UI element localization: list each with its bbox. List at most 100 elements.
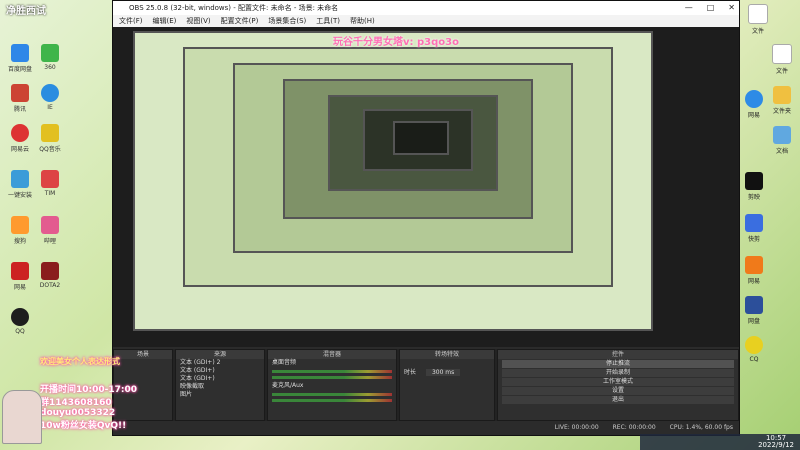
duration-value[interactable]: 300 ms [425,369,461,376]
desktop-icon-r1[interactable]: 文件夹 [768,86,796,115]
obs-menubar: 文件(F) 编辑(E) 视图(V) 配置文件(P) 场景集合(S) 工具(T) … [113,15,739,27]
tunnel-frame [393,121,449,155]
qq-icon [11,308,29,326]
mixer-dock: 混音器 桌面音频 麦克风/Aux [267,349,397,421]
menu-view[interactable]: 视图(V) [186,15,210,27]
window-controls: — □ ✕ [685,1,735,15]
volume-slider[interactable] [272,399,392,402]
baidu-icon [11,44,29,62]
exit-button[interactable]: 退出 [502,396,734,404]
menu-file[interactable]: 文件(F) [119,15,143,27]
bilibili-icon [41,216,59,234]
desktop-icon-r0[interactable]: 文件 [744,4,772,35]
desktop-icon-dota2[interactable]: DOTA2 [36,262,64,289]
capcut-icon [745,172,763,190]
obs-statusbar: LIVE: 00:00:00 REC: 00:00:00 CPU: 1.4%, … [113,421,739,435]
desktop-icon-tim[interactable]: TIM [36,170,64,197]
mixer-track-label: 桌面音频 [272,359,297,366]
audio-meter [272,370,392,373]
taskbar-tray: 10:57 2022/9/12 [640,434,800,450]
360-icon [41,44,59,62]
netease-music-icon [11,124,29,142]
source-item[interactable]: 文本 (GDI+) 2 [176,359,264,367]
stream-hours: 开播时间10:00-17:00 [40,385,138,395]
desktop-icon-netease[interactable]: 网易云 [6,124,34,153]
obs-titlebar[interactable]: OBS 25.0.8 (32-bit, windows) - 配置文件: 未命名… [113,1,739,15]
desktop-icon-r7[interactable]: 网盘 [740,296,768,325]
source-item[interactable]: 文本 (GDI+) [176,375,264,383]
transition-duration[interactable]: 时长 300 ms [400,369,494,377]
maximize-icon[interactable]: □ [707,1,715,15]
kuaijian-icon [745,214,763,232]
desktop-icon-qq[interactable]: QQ [6,308,34,335]
menu-help[interactable]: 帮助(H) [350,15,375,27]
mixer-title: 混音器 [268,350,396,359]
desktop-brand-overlay: 净胜西试 [6,6,46,17]
desktop-icon-qqmusic[interactable]: QQ音乐 [36,124,64,153]
menu-profile[interactable]: 配置文件(P) [221,15,259,27]
sogou-icon [11,216,29,234]
install-icon [11,170,29,188]
desktop-icon-netease2[interactable]: 网易 [6,262,34,291]
tencent-icon [11,84,29,102]
desktop-icon-r8[interactable]: CQ [740,336,768,363]
live-status: LIVE: 00:00:00 [554,424,599,431]
duration-label: 时长 [404,369,417,376]
stream-group: 群1143608160 [40,398,112,408]
transitions-title: 转场特效 [400,350,494,359]
desktop-icon-r5[interactable]: 快剪 [740,214,768,243]
tim-icon [41,170,59,188]
streamer-widget: 欢迎美女个人表达形式 开播时间10:00-17:00 群1143608160 d… [0,356,137,450]
menu-edit[interactable]: 编辑(E) [153,15,177,27]
start-recording-button[interactable]: 开始录制 [502,369,734,377]
menu-scene-collection[interactable]: 场景集合(S) [268,15,306,27]
qqmusic-icon [41,124,59,142]
cpu-status: CPU: 1.4%, 60.00 fps [669,424,733,431]
sources-dock: 来源 文本 (GDI+) 2 文本 (GDI+) 文本 (GDI+) 映像截取 … [175,349,265,421]
settings-button[interactable]: 设置 [502,387,734,395]
menu-tools[interactable]: 工具(T) [316,15,340,27]
desktop-icon-ie[interactable]: IE [36,84,64,111]
desktop-icon-sogou[interactable]: 搜狗 [6,216,34,245]
desktop-icon-install[interactable]: 一键安装 [6,170,34,199]
overlay-text-mid: 玩谷千分男女塔v: p3qo3o [333,37,459,48]
window-title: OBS 25.0.8 (32-bit, windows) - 配置文件: 未命名… [129,4,339,12]
file2-icon [772,44,792,64]
source-item[interactable]: 映像截取 [176,383,264,391]
desktop-icon-r3[interactable]: 文档 [768,126,796,155]
ie-icon [41,84,59,102]
source-item[interactable]: 文本 (GDI+) [176,367,264,375]
desktop-icon-tencent[interactable]: 腾讯 [6,84,34,113]
sources-title: 来源 [176,350,264,359]
netease-icon [11,262,29,280]
stream-room: douyu0053322 [40,408,116,418]
preview-canvas[interactable]: 玩谷千分男女塔v: p3qo3o 玩谷千分男女塔v: p3qo3o [113,27,739,347]
stream-banner: 欢迎美女个人表达形式 [40,357,120,366]
desktop-icon-bili[interactable]: 哔哩 [36,216,64,245]
minimize-icon[interactable]: — [685,1,693,15]
streamer-avatar [2,390,42,444]
netease-game-icon [745,256,763,274]
desktop-icon-r4[interactable]: 剪映 [740,172,768,201]
desktop-icon-r6[interactable]: 网易 [740,256,768,285]
controls-title: 控件 [498,350,738,359]
volume-slider[interactable] [272,376,392,379]
desktop-icon-r9[interactable]: 文件 [768,44,796,75]
desktop-icon-r2[interactable]: 网易 [740,90,768,119]
desktop-icon-baidu[interactable]: 百度网盘 [6,44,34,73]
streamer-lines: 开播时间10:00-17:00 群1143608160 douyu0053322… [40,382,160,431]
clock-date: 2022/9/12 [758,441,794,449]
transitions-dock: 转场特效 时长 300 ms [399,349,495,421]
studio-mode-button[interactable]: 工作室模式 [502,378,734,386]
desktop-icon-360[interactable]: 360 [36,44,64,71]
obs-window: OBS 25.0.8 (32-bit, windows) - 配置文件: 未命名… [112,0,740,436]
tray-clock[interactable]: 10:57 2022/9/12 [758,435,794,449]
close-icon[interactable]: ✕ [728,1,735,15]
audio-meter [272,393,392,396]
obs-docks: 场景 来源 文本 (GDI+) 2 文本 (GDI+) 文本 (GDI+) 映像… [113,349,739,421]
dota2-icon [41,262,59,280]
stop-streaming-button[interactable]: 停止推流 [502,360,734,368]
source-item[interactable]: 图片 [176,391,264,399]
stream-followers: 10w粉丝女装QvQ!! [40,421,127,431]
streamer-info: 欢迎美女个人表达形式 [40,356,160,367]
